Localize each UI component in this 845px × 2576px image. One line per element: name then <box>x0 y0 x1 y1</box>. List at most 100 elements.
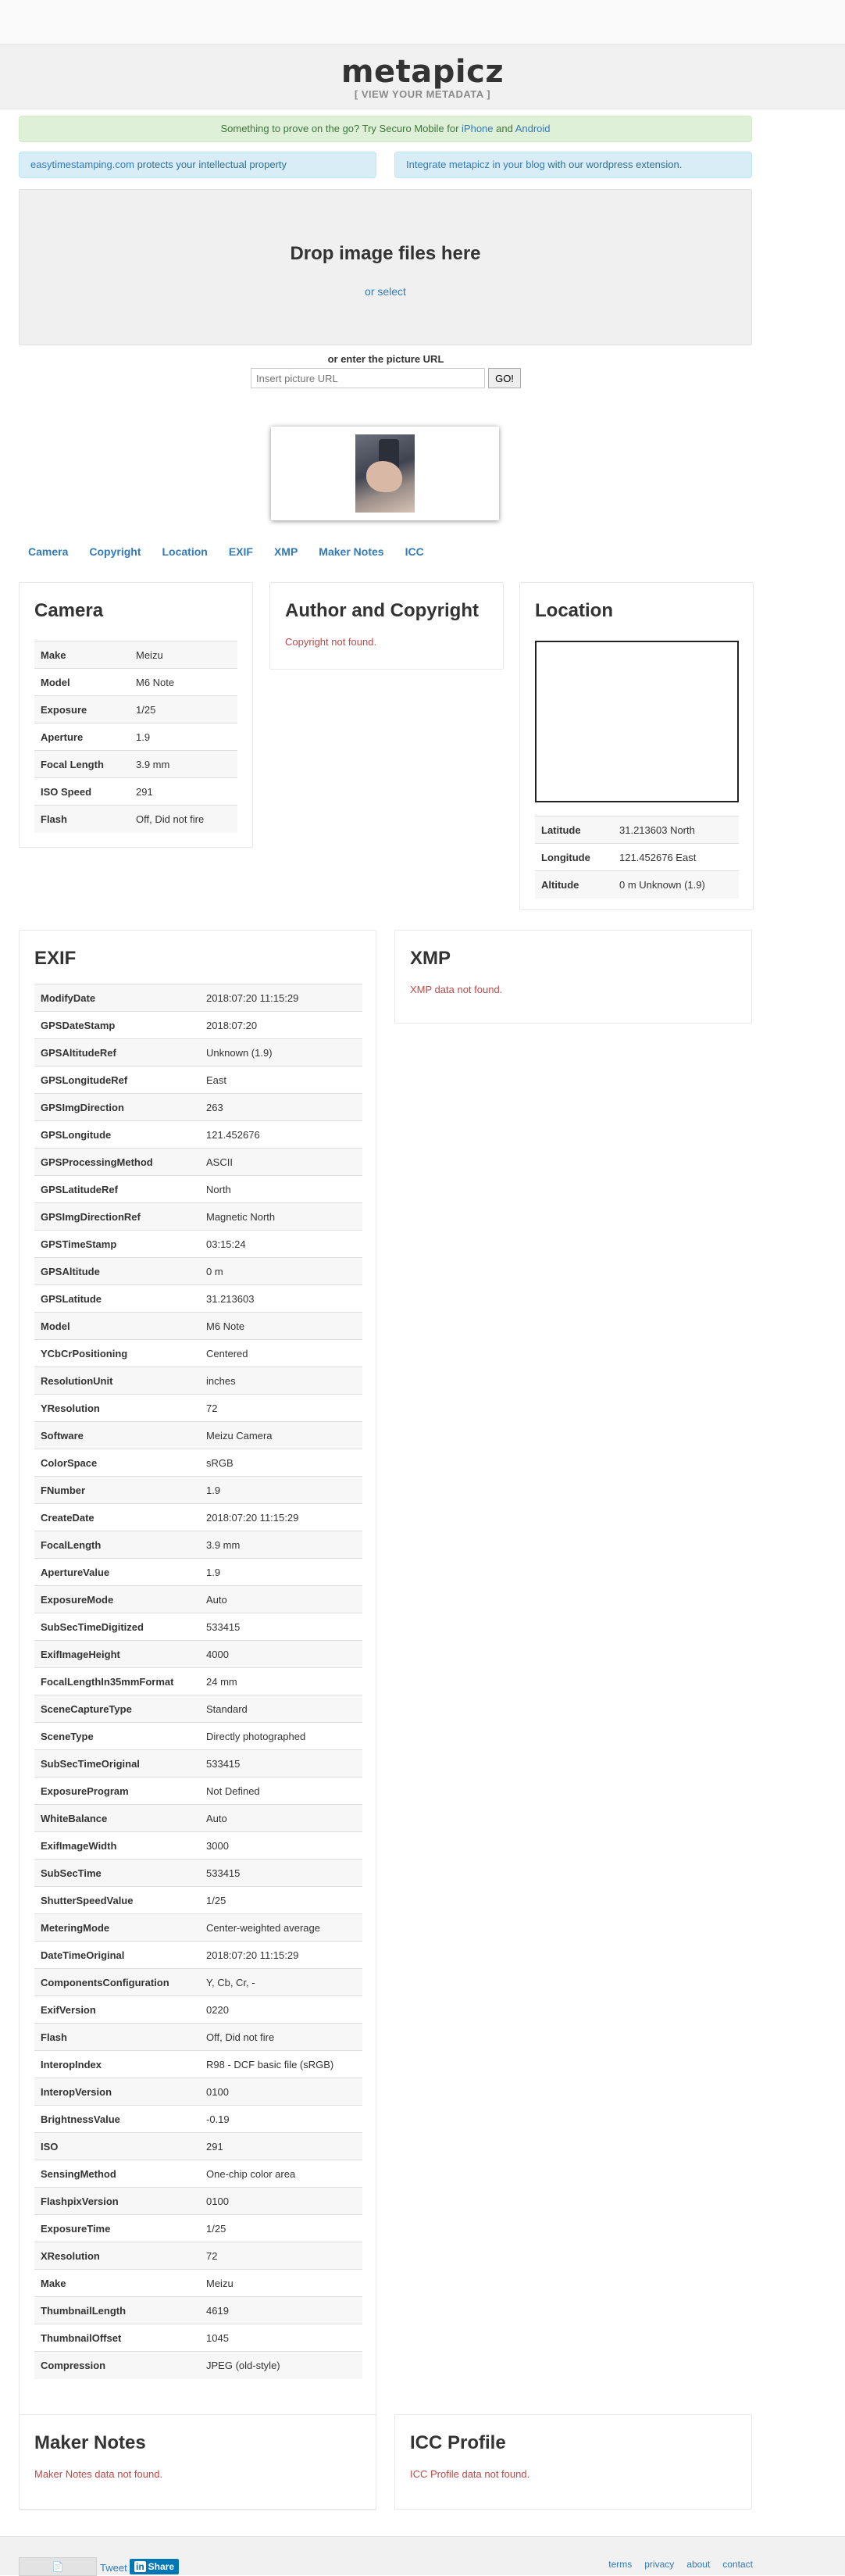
tab-xmp[interactable]: XMP <box>274 545 298 558</box>
camera-title: Camera <box>34 600 104 621</box>
exif-row: SceneCaptureType Standard <box>34 1695 362 1723</box>
exif-row-value: 31.213603 <box>200 1284 362 1313</box>
exif-row-key: GPSLatitudeRef <box>34 1175 200 1203</box>
camera-table: Make Meizu Model M6 Note Exposure 1/25 Apertur… <box>34 641 237 833</box>
exif-row: GPSDateStamp 2018:07:20 <box>34 1011 362 1039</box>
exif-row-key: ModifyDate <box>34 984 200 1012</box>
location-map[interactable] <box>535 641 739 802</box>
select-file-link[interactable]: or select <box>20 285 751 298</box>
camera-row: ISO Speed 291 <box>34 777 237 806</box>
exif-row-key: ThumbnailOffset <box>34 2324 200 2352</box>
footer-link-privacy[interactable]: privacy <box>644 2559 674 2570</box>
exif-row-key: SceneType <box>34 1722 200 1750</box>
exif-row-key: ExifImageHeight <box>34 1640 200 1668</box>
exif-row-value: 24 mm <box>200 1667 362 1695</box>
site-footer: 📄 Tweet in Share terms privacy about cont… <box>0 2536 845 2576</box>
tweet-button[interactable]: Tweet <box>100 2562 127 2574</box>
timestamping-text: protects your intellectual property <box>134 159 287 170</box>
exif-row: ExifVersion 0220 <box>34 1995 362 2024</box>
exif-row-value: 2018:07:20 <box>200 1011 362 1039</box>
exif-row: GPSAltitude 0 m <box>34 1257 362 1285</box>
camera-row: Flash Off, Did not fire <box>34 805 237 833</box>
camera-panel: Camera Make Meizu Model M6 Note Exposure 1/25… <box>19 582 253 848</box>
copyright-title: Author and Copyright <box>285 600 479 621</box>
exif-row: GPSLongitudeRef East <box>34 1066 362 1094</box>
linkedin-share-button[interactable]: in Share <box>130 2559 180 2574</box>
tab-maker-notes[interactable]: Maker Notes <box>319 545 383 558</box>
timestamping-alert: easytimestamping.com protects your intel… <box>19 152 376 178</box>
exif-row-value: JPEG (old-style) <box>200 2351 362 2379</box>
exif-row-key: CreateDate <box>34 1503 200 1531</box>
camera-row-value: M6 Note <box>130 668 237 696</box>
exif-row-value: 263 <box>200 1093 362 1121</box>
tab-location[interactable]: Location <box>162 545 207 558</box>
document-badge-icon[interactable]: 📄 <box>19 2557 97 2576</box>
picture-url-input[interactable] <box>251 368 485 388</box>
wordpress-link[interactable]: Integrate metapicz in your blog <box>406 159 545 170</box>
exif-row: SubSecTimeDigitized 533415 <box>34 1613 362 1641</box>
exif-row-value: North <box>200 1175 362 1203</box>
exif-title: EXIF <box>34 948 77 969</box>
url-form: GO! <box>0 368 772 388</box>
exif-row-value: 72 <box>200 1394 362 1422</box>
footer-link-about[interactable]: about <box>686 2559 710 2570</box>
section-tabs: Camera Copyright Location EXIF XMP Maker… <box>28 545 424 558</box>
exif-row-key: ColorSpace <box>34 1449 200 1477</box>
exif-row: DateTimeOriginal 2018:07:20 11:15:29 <box>34 1941 362 1969</box>
exif-row-value: 1045 <box>200 2324 362 2352</box>
android-link[interactable]: Android <box>515 123 551 134</box>
exif-row-key: GPSImgDirection <box>34 1093 200 1121</box>
maker-notes-not-found: Maker Notes data not found. <box>34 2468 163 2480</box>
go-button[interactable]: GO! <box>488 368 521 388</box>
exif-row-value: 1.9 <box>200 1476 362 1504</box>
exif-row-key: InteropVersion <box>34 2078 200 2106</box>
exif-row-key: Compression <box>34 2351 200 2379</box>
tab-icc[interactable]: ICC <box>405 545 424 558</box>
exif-table: ModifyDate 2018:07:20 11:15:29 GPSDateStam… <box>34 984 362 2379</box>
tab-camera[interactable]: Camera <box>28 545 68 558</box>
exif-row: WhiteBalance Auto <box>34 1804 362 1832</box>
exif-row-value: One-chip color area <box>200 2160 362 2188</box>
wordpress-alert: Integrate metapicz in your blog with our… <box>394 152 752 178</box>
tab-copyright[interactable]: Copyright <box>89 545 141 558</box>
exif-row-key: MeteringMode <box>34 1913 200 1942</box>
exif-row: FocalLength 3.9 mm <box>34 1531 362 1559</box>
footer-link-terms[interactable]: terms <box>608 2559 632 2570</box>
exif-row: SubSecTime 533415 <box>34 1859 362 1887</box>
exif-row: Make Meizu <box>34 2269 362 2297</box>
xmp-title: XMP <box>410 948 451 969</box>
exif-row: FocalLengthIn35mmFormat 24 mm <box>34 1667 362 1695</box>
exif-row-key: GPSDateStamp <box>34 1011 200 1039</box>
exif-row-value: 72 <box>200 2242 362 2270</box>
exif-row-key: ResolutionUnit <box>34 1367 200 1395</box>
location-row-value: 121.452676 East <box>613 843 739 871</box>
wordpress-text: with our wordpress extension. <box>544 159 683 170</box>
exif-row: ColorSpace sRGB <box>34 1449 362 1477</box>
camera-row-value: Meizu <box>130 641 237 669</box>
timestamping-link[interactable]: easytimestamping.com <box>30 159 134 170</box>
exif-row-value: M6 Note <box>200 1312 362 1340</box>
footer-link-contact[interactable]: contact <box>722 2559 753 2570</box>
tab-exif[interactable]: EXIF <box>229 545 253 558</box>
exif-row-key: ExposureMode <box>34 1585 200 1613</box>
camera-row-value: 291 <box>130 777 237 806</box>
camera-row: Aperture 1.9 <box>34 723 237 751</box>
site-logo[interactable]: metapicz <box>0 55 845 88</box>
exif-row-key: DateTimeOriginal <box>34 1941 200 1969</box>
camera-row: Exposure 1/25 <box>34 695 237 723</box>
top-strip <box>0 0 845 44</box>
site-header: metapicz [ VIEW YOUR METADATA ] <box>0 44 845 109</box>
icc-title: ICC Profile <box>410 2432 506 2453</box>
iphone-link[interactable]: iPhone <box>462 123 493 134</box>
exif-row-value: 3000 <box>200 1831 362 1860</box>
location-panel: Location Latitude 31.213603 North Longitud… <box>519 582 754 910</box>
exif-row-key: GPSLongitudeRef <box>34 1066 200 1094</box>
camera-row-value: Off, Did not fire <box>130 805 237 833</box>
image-dropzone[interactable]: Drop image files here or select <box>19 189 752 345</box>
footer-links: terms privacy about contact <box>608 2559 753 2570</box>
exif-row-value: inches <box>200 1367 362 1395</box>
url-label: or enter the picture URL <box>327 353 444 365</box>
exif-row-value: 533415 <box>200 1859 362 1887</box>
exif-row: GPSLongitude 121.452676 <box>34 1120 362 1149</box>
image-preview <box>271 427 499 520</box>
